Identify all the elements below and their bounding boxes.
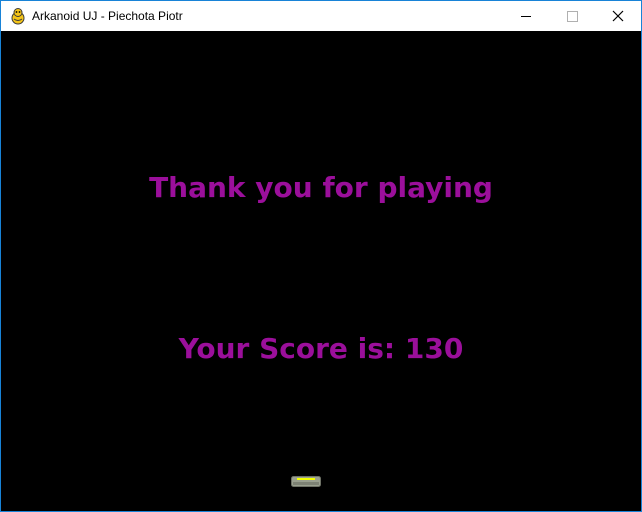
- paddle: [291, 476, 321, 487]
- pygame-snake-icon[interactable]: [9, 7, 27, 25]
- game-canvas[interactable]: Thank you for playing Your Score is: 130: [1, 31, 641, 511]
- minimize-button[interactable]: [503, 1, 549, 31]
- window-title: Arkanoid UJ - Piechota Piotr: [32, 9, 183, 23]
- minimize-icon: [521, 16, 531, 17]
- close-button[interactable]: [595, 1, 641, 31]
- thank-you-message: Thank you for playing: [149, 171, 493, 204]
- title-bar[interactable]: Arkanoid UJ - Piechota Piotr: [1, 1, 641, 31]
- close-icon: [612, 10, 624, 22]
- maximize-button[interactable]: [549, 1, 595, 31]
- maximize-icon: [567, 11, 578, 22]
- final-score-text: Your Score is: 130: [178, 332, 464, 365]
- game-window: Arkanoid UJ - Piechota Piotr Thank you f…: [0, 0, 642, 512]
